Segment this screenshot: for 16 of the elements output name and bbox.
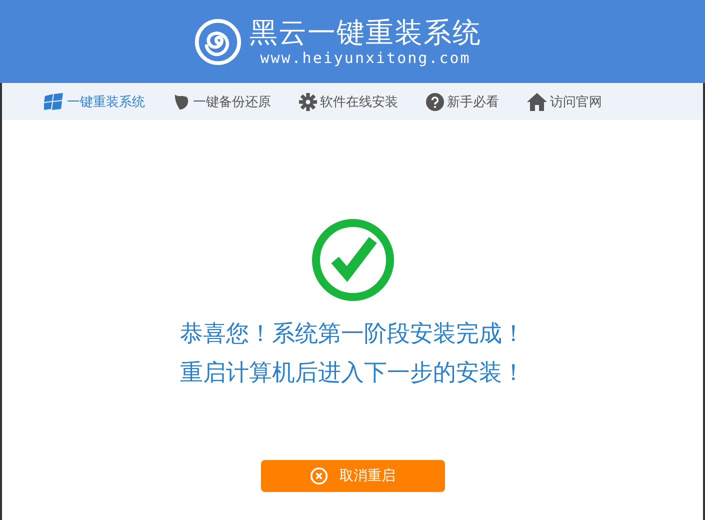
app-title: 黑云一键重装系统 bbox=[250, 16, 482, 48]
nav-tab[interactable]: 访问官网 bbox=[527, 90, 602, 112]
status-message: 恭喜您！系统第一阶段安装完成！ bbox=[180, 320, 525, 349]
nav-tab[interactable]: 一键备份还原 bbox=[173, 90, 271, 112]
nav-tab[interactable]: 新手必看 bbox=[426, 90, 499, 112]
close-icon bbox=[310, 467, 328, 485]
gear-icon bbox=[299, 92, 317, 110]
success-check-icon bbox=[310, 218, 394, 302]
nav-tab[interactable]: 软件在线安装 bbox=[299, 90, 398, 112]
nav-tab[interactable]: 一键重装系统 bbox=[44, 90, 145, 112]
spiral-logo-icon bbox=[194, 18, 242, 66]
windows-icon bbox=[44, 92, 64, 110]
status-message: 重启计算机后进入下一步的安装！ bbox=[180, 359, 525, 388]
home-icon bbox=[527, 92, 547, 110]
help-icon bbox=[426, 92, 444, 110]
website-url: www.heiyunxitong.com bbox=[260, 48, 471, 66]
